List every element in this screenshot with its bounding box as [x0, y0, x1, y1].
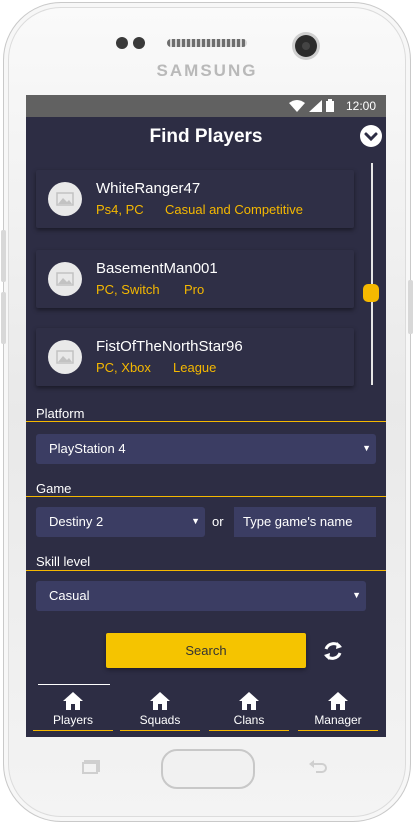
platform-select-value: PlayStation 4 [49, 441, 126, 456]
tab-manager[interactable]: Manager [298, 691, 378, 731]
platform-select[interactable]: PlayStation 4 ▼ [36, 434, 376, 464]
player-card[interactable]: BasementMan001 PC, Switch Pro [36, 250, 354, 308]
divider [26, 421, 386, 422]
tab-clans[interactable]: Clans [209, 691, 289, 731]
volume-button [1, 230, 6, 282]
tab-underline [120, 730, 200, 731]
caret-down-icon: ▼ [191, 516, 200, 526]
player-name: FistOfTheNorthStar96 [96, 338, 243, 355]
battery-icon [326, 99, 334, 112]
skill-level-select[interactable]: Casual ▼ [36, 581, 366, 611]
page-title: Find Players [149, 126, 263, 147]
search-button[interactable]: Search [106, 633, 306, 668]
home-icon [63, 692, 83, 710]
game-name-input[interactable]: Type game's name [234, 507, 376, 537]
chevron-down-icon[interactable] [360, 125, 382, 147]
scrollbar-thumb[interactable] [363, 284, 379, 302]
sensor-dot [116, 37, 128, 49]
sensor-dot [133, 37, 145, 49]
player-platforms: Ps4, PC [96, 202, 144, 217]
skill-level-label: Skill level [36, 554, 91, 569]
player-style: Casual and Competitive [165, 202, 304, 217]
player-platforms: PC, Switch [96, 282, 160, 297]
divider [26, 496, 386, 497]
platform-label: Platform [36, 406, 85, 421]
avatar-placeholder-icon [48, 262, 82, 296]
signal-icon [309, 99, 322, 112]
tab-label: Manager [314, 713, 362, 727]
app-screen: 12:00 Find Players WhiteRanger47 Ps4, PC… [26, 95, 386, 737]
game-select[interactable]: Destiny 2 ▼ [36, 507, 205, 537]
back-icon[interactable] [308, 760, 328, 774]
tab-squads[interactable]: Squads [120, 691, 200, 731]
player-card[interactable]: WhiteRanger47 Ps4, PC Casual and Competi… [36, 170, 354, 228]
caret-down-icon: ▼ [362, 443, 371, 453]
player-card[interactable]: FistOfTheNorthStar96 PC, Xbox League [36, 328, 354, 386]
brand-logo: SAMSUNG [156, 61, 258, 80]
recent-apps-icon[interactable] [82, 760, 102, 774]
caret-down-icon: ▼ [352, 590, 361, 600]
clock: 12:00 [345, 99, 376, 113]
power-button [408, 280, 413, 334]
tab-underline [209, 730, 289, 731]
game-label: Game [36, 481, 72, 496]
tab-label: Squads [139, 713, 181, 727]
player-platforms: PC, Xbox [96, 360, 151, 375]
tab-underline [298, 730, 378, 731]
or-separator: or [212, 514, 224, 529]
scrollbar-track[interactable] [371, 163, 373, 385]
player-name: BasementMan001 [96, 260, 218, 277]
player-name: WhiteRanger47 [96, 180, 201, 197]
divider [26, 570, 386, 571]
game-select-value: Destiny 2 [49, 514, 104, 529]
home-button[interactable] [161, 749, 255, 789]
home-icon [239, 692, 259, 710]
tab-label: Clans [233, 713, 265, 727]
game-name-input-text: Type game's name [243, 514, 353, 529]
home-icon [150, 692, 170, 710]
volume-button-lower [1, 292, 6, 344]
avatar-placeholder-icon [48, 340, 82, 374]
skill-level-select-value: Casual [49, 588, 90, 603]
tab-label: Players [52, 713, 93, 727]
refresh-icon[interactable] [322, 639, 344, 663]
home-icon [328, 692, 348, 710]
earpiece-speaker [167, 39, 247, 47]
active-tab-indicator [38, 684, 110, 685]
wifi-icon [289, 99, 305, 112]
player-style: League [173, 360, 217, 375]
player-style: Pro [184, 282, 205, 297]
tab-players[interactable]: Players [33, 691, 113, 731]
tab-underline [33, 730, 113, 731]
status-bar: 12:00 [26, 95, 386, 117]
front-camera [295, 35, 317, 57]
avatar-placeholder-icon [48, 182, 82, 216]
